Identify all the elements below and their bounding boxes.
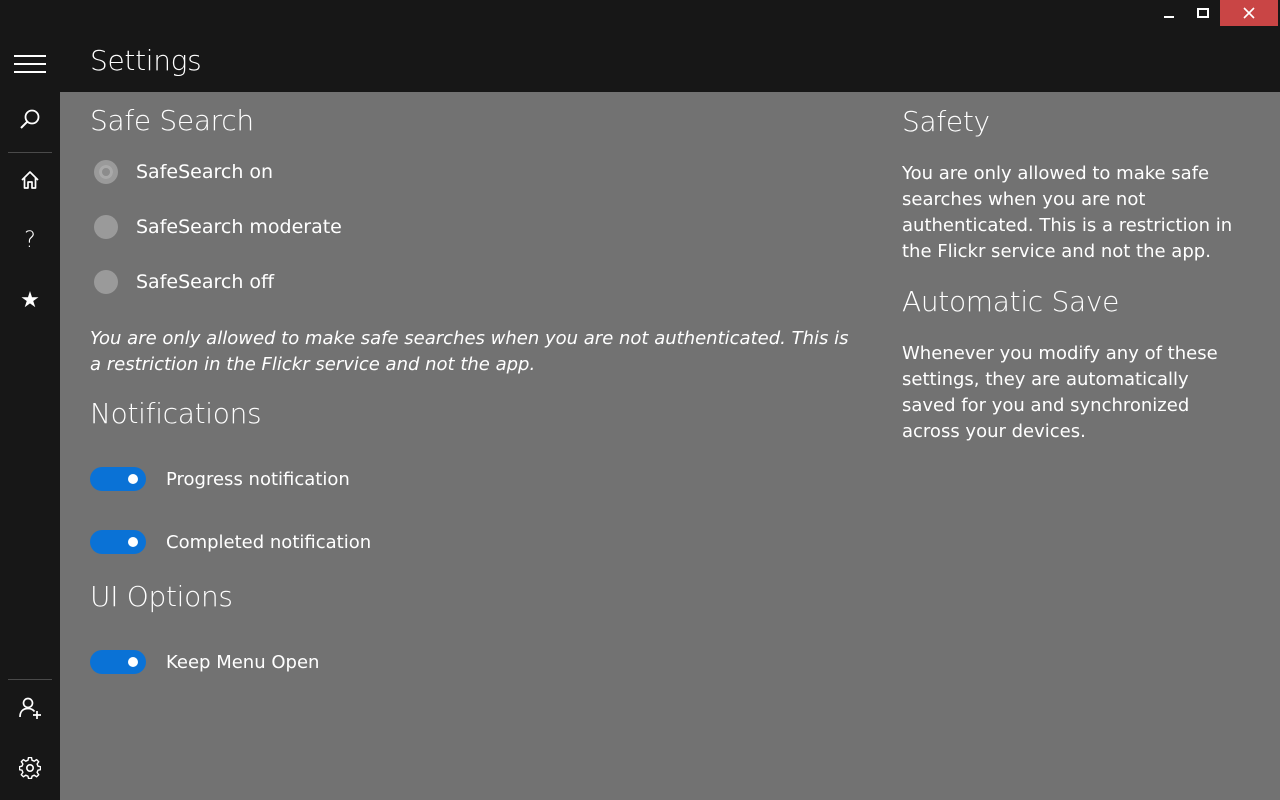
- add-user-icon: [19, 697, 41, 719]
- completed-notification-toggle[interactable]: [90, 530, 146, 554]
- nav-rail: ? ★: [0, 92, 60, 800]
- toggle-row-completed[interactable]: Completed notification: [90, 527, 371, 557]
- radio-button-checked[interactable]: [94, 160, 118, 184]
- progress-notification-toggle[interactable]: [90, 467, 146, 491]
- title-bar: Settings: [0, 0, 1280, 92]
- safety-heading: Safety: [902, 105, 990, 138]
- automatic-save-text: Whenever you modify any of these setting…: [902, 343, 1218, 442]
- rail-add-user-button[interactable]: [0, 682, 60, 734]
- favorites-icon: ★: [20, 287, 40, 313]
- toggle-knob: [128, 474, 138, 484]
- radio-button[interactable]: [94, 270, 118, 294]
- minimize-button[interactable]: [1152, 0, 1186, 26]
- rail-settings-button[interactable]: [0, 742, 60, 794]
- close-icon: [1243, 7, 1255, 19]
- settings-content: Safe Search SafeSearch on SafeSearch mod…: [60, 92, 1280, 800]
- radio-safesearch-moderate[interactable]: SafeSearch moderate: [94, 212, 342, 242]
- hamburger-icon: [14, 55, 46, 73]
- rail-divider: [8, 152, 52, 153]
- radio-safesearch-on[interactable]: SafeSearch on: [94, 157, 273, 187]
- toggle-knob: [128, 657, 138, 667]
- page-title: Settings: [90, 44, 202, 77]
- toggle-label: Completed notification: [166, 531, 372, 553]
- radio-safesearch-off[interactable]: SafeSearch off: [94, 267, 274, 297]
- hamburger-menu-button[interactable]: [0, 42, 60, 86]
- automatic-save-heading: Automatic Save: [902, 285, 1120, 318]
- home-icon: [21, 171, 39, 189]
- maximize-button[interactable]: [1186, 0, 1220, 26]
- toggle-label: Progress notification: [166, 468, 350, 490]
- maximize-icon: [1197, 8, 1209, 18]
- rail-divider: [8, 679, 52, 680]
- radio-label: SafeSearch moderate: [136, 216, 342, 238]
- close-button[interactable]: [1220, 0, 1278, 26]
- search-icon: [20, 109, 40, 129]
- help-icon: ?: [24, 227, 36, 253]
- safe-search-heading: Safe Search: [90, 104, 254, 137]
- safe-search-note: You are only allowed to make safe search…: [90, 328, 849, 375]
- minimize-icon: [1164, 16, 1174, 18]
- ui-options-heading: UI Options: [90, 580, 233, 613]
- notifications-heading: Notifications: [90, 397, 262, 430]
- settings-gear-icon: [19, 757, 41, 779]
- toggle-label: Keep Menu Open: [166, 651, 320, 673]
- rail-favorites-button[interactable]: ★: [0, 274, 60, 326]
- rail-home-button[interactable]: [0, 154, 60, 206]
- toggle-knob: [128, 537, 138, 547]
- safety-text: You are only allowed to make safe search…: [902, 163, 1233, 262]
- rail-help-button[interactable]: ?: [0, 214, 60, 266]
- radio-label: SafeSearch on: [136, 161, 274, 183]
- keep-menu-open-toggle[interactable]: [90, 650, 146, 674]
- rail-search-button[interactable]: [0, 93, 60, 145]
- toggle-row-progress[interactable]: Progress notification: [90, 464, 350, 494]
- radio-button[interactable]: [94, 215, 118, 239]
- radio-label: SafeSearch off: [136, 271, 275, 293]
- toggle-row-keep-menu-open[interactable]: Keep Menu Open: [90, 647, 319, 677]
